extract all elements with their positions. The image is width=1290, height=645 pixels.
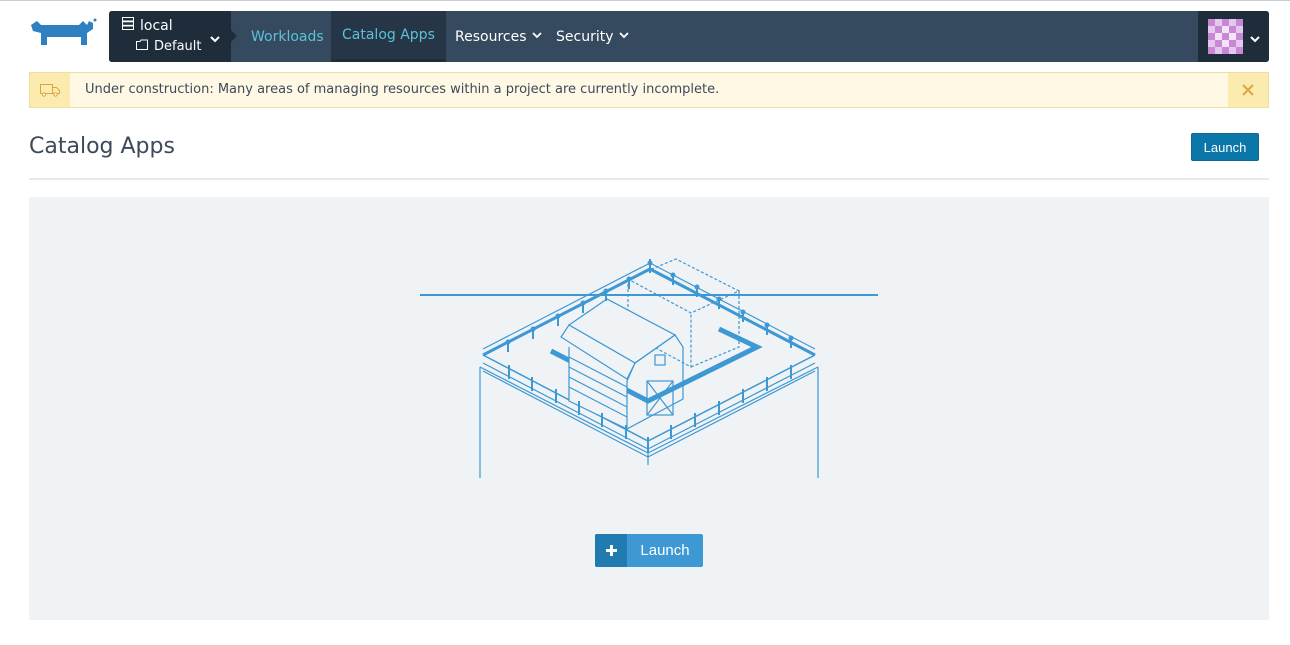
nav-resources-label: Resources bbox=[455, 28, 527, 45]
close-icon[interactable] bbox=[1228, 73, 1268, 107]
server-icon bbox=[122, 17, 134, 34]
chevron-down-icon[interactable] bbox=[209, 30, 221, 49]
chevron-down-icon bbox=[618, 29, 630, 45]
launch-button[interactable]: Launch bbox=[1191, 133, 1259, 161]
user-menu[interactable] bbox=[1198, 11, 1269, 62]
top-navbar: local Default Workloads Catalog Apps Res… bbox=[109, 11, 1269, 62]
nav-catalog-apps[interactable]: Catalog Apps bbox=[331, 11, 446, 62]
avatar bbox=[1208, 19, 1243, 54]
nav-catalog-apps-label: Catalog Apps bbox=[342, 27, 435, 43]
page-title: Catalog Apps bbox=[29, 134, 175, 159]
top-border bbox=[0, 0, 1290, 1]
nav-security[interactable]: Security bbox=[556, 11, 630, 62]
cluster-name: local bbox=[140, 17, 173, 34]
launch-button-label: Launch bbox=[640, 542, 690, 559]
cluster-selector[interactable]: local bbox=[122, 17, 173, 34]
nav-workloads-label: Workloads bbox=[251, 28, 324, 45]
farm-illustration bbox=[419, 251, 879, 481]
truck-icon bbox=[30, 73, 70, 107]
launch-catalog-app-button[interactable]: Launch bbox=[595, 534, 703, 567]
context-arrow bbox=[231, 30, 237, 42]
under-construction-banner: Under construction: Many areas of managi… bbox=[29, 72, 1269, 108]
project-name: Default bbox=[154, 39, 202, 54]
chevron-down-icon bbox=[531, 29, 543, 45]
project-selector[interactable]: Default bbox=[136, 39, 202, 54]
empty-state-panel: Launch bbox=[29, 197, 1269, 620]
chevron-down-icon bbox=[1249, 30, 1261, 49]
plus-icon bbox=[595, 534, 627, 567]
nav-workloads[interactable]: Workloads bbox=[251, 11, 324, 62]
banner-message: Under construction: Many areas of managi… bbox=[85, 82, 720, 97]
nav-resources[interactable]: Resources bbox=[455, 11, 543, 62]
cluster-project-switcher[interactable]: local Default bbox=[109, 11, 231, 62]
rancher-logo-icon[interactable] bbox=[29, 17, 99, 53]
folder-icon bbox=[136, 39, 148, 54]
divider bbox=[29, 178, 1269, 180]
nav-security-label: Security bbox=[556, 28, 614, 45]
